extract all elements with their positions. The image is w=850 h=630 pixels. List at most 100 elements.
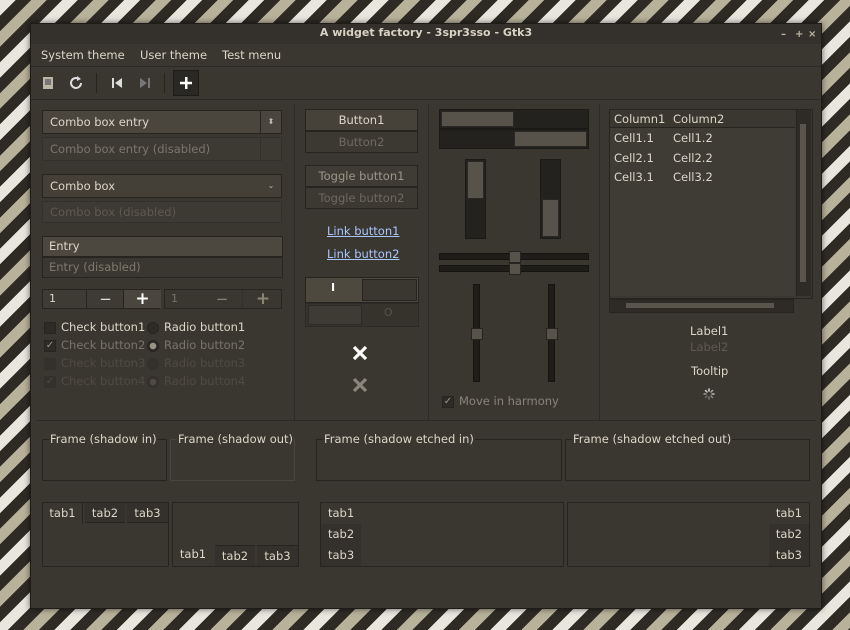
minus-icon: − <box>215 290 229 308</box>
scale-v2[interactable] <box>546 284 558 382</box>
menu-system-theme[interactable]: System theme <box>41 48 125 62</box>
switch-off-label: O <box>384 306 393 319</box>
progress-fill <box>467 161 484 199</box>
combo-box-entry-disabled: Combo box entry (disabled) <box>42 137 282 161</box>
progress-fill <box>441 111 514 127</box>
tab-tab3[interactable]: tab3 <box>127 503 168 523</box>
tree-cell[interactable]: Cell3.2 <box>673 170 713 184</box>
scale-slider[interactable] <box>546 328 558 340</box>
progress-bar-h2 <box>439 129 589 149</box>
checkmark-icon: ✓ <box>44 376 56 388</box>
notebook-left: tab1 tab2 tab3 <box>320 502 564 567</box>
link-button2[interactable]: Link button2 <box>327 247 399 261</box>
spin-value: 1 <box>171 292 178 305</box>
frame-shadow-out: Frame (shadow out) <box>170 432 295 481</box>
column-separator <box>428 104 429 420</box>
scale-v1[interactable] <box>471 284 483 382</box>
tab-tab1[interactable]: tab1 <box>43 503 83 524</box>
scale-slider[interactable] <box>509 251 521 263</box>
spin-value[interactable]: 1 <box>49 290 56 308</box>
combo-box-entry[interactable]: Combo box entry ⬍ <box>42 110 282 134</box>
combo-box-disabled-text: Combo box (disabled) <box>50 205 177 219</box>
move-in-harmony-label: Move in harmony <box>459 394 559 408</box>
open-icon[interactable] <box>37 72 59 94</box>
progress-bar-v2 <box>540 159 561 239</box>
goto-first-icon[interactable] <box>106 72 128 94</box>
tab-tab3[interactable]: tab3 <box>257 545 298 566</box>
goto-last-icon[interactable] <box>134 72 156 94</box>
link-button1[interactable]: Link button1 <box>327 224 399 238</box>
column1-header[interactable]: Column1 <box>614 112 665 126</box>
progress-fill <box>514 131 587 147</box>
tab-tab1[interactable]: tab1 <box>173 544 213 566</box>
check-button1-label[interactable]: Check button1 <box>61 320 145 334</box>
switch-on-label: I <box>331 281 336 294</box>
tab-tab1[interactable]: tab1 <box>321 503 361 524</box>
radio-button3-label: Radio button3 <box>164 356 246 370</box>
tab-tab3[interactable]: tab3 <box>769 545 809 566</box>
tree-cell[interactable]: Cell2.1 <box>614 151 654 165</box>
frame-label: Frame (shadow in) <box>49 432 158 446</box>
entry-field[interactable]: Entry <box>42 236 283 257</box>
chevron-down-icon: ⌄ <box>267 181 275 190</box>
scrollbar-thumb[interactable] <box>626 303 774 308</box>
tab-tab1[interactable]: tab1 <box>769 503 809 524</box>
toolbar-separator <box>164 73 165 93</box>
tree-view[interactable]: Column1 Column2 Cell1.1 Cell1.2 Cell2.1 … <box>609 109 813 299</box>
menu-test-menu[interactable]: Test menu <box>222 48 281 62</box>
close-button[interactable]: × <box>808 26 816 44</box>
maximize-button[interactable]: + <box>795 26 803 44</box>
scale-h2[interactable] <box>439 263 589 275</box>
spin-button[interactable]: 1 − + <box>42 289 161 309</box>
column2-header[interactable]: Column2 <box>673 112 724 126</box>
tab-tab2[interactable]: tab2 <box>769 524 809 545</box>
check-button4-label: Check button4 <box>61 374 146 388</box>
add-icon[interactable] <box>173 70 199 96</box>
check-button2-label: Check button2 <box>61 338 146 352</box>
check-button3-label: Check button3 <box>61 356 146 370</box>
scale-slider[interactable] <box>471 328 483 340</box>
radio-button1-label[interactable]: Radio button1 <box>164 320 245 334</box>
progress-bar-h1 <box>439 109 589 129</box>
title-bar[interactable]: A widget factory - 3spr3sso - Gtk3 – + × <box>31 24 821 44</box>
switch-on[interactable]: I <box>305 277 419 303</box>
tooltip-label[interactable]: Tooltip <box>691 364 728 378</box>
tree-cell[interactable]: Cell2.2 <box>673 151 713 165</box>
tab-tab2[interactable]: tab2 <box>85 503 125 523</box>
check-button1-box[interactable] <box>44 322 56 334</box>
toggle-button1[interactable]: Toggle button1 <box>305 165 418 187</box>
window-title: A widget factory - 3spr3sso - Gtk3 <box>319 26 533 39</box>
toolbar-separator <box>96 73 97 93</box>
label2: Label2 <box>690 340 729 354</box>
frame-label: Frame (shadow etched in) <box>323 432 475 446</box>
scrollbar-thumb[interactable] <box>800 124 806 282</box>
tree-cell[interactable]: Cell1.2 <box>673 131 713 145</box>
entry-field-disabled: Entry (disabled) <box>42 257 283 278</box>
radio-button1-dot[interactable] <box>147 322 159 334</box>
combo-box[interactable]: Combo box ⌄ <box>42 174 282 198</box>
frame-shadow-etched-out: Frame (shadow etched out) <box>565 432 810 481</box>
minimize-button[interactable]: – <box>781 26 786 44</box>
tab-tab2[interactable]: tab2 <box>215 545 255 566</box>
menu-user-theme[interactable]: User theme <box>140 48 207 62</box>
notebook-bottom: tab1 tab2 tab3 <box>172 502 299 567</box>
close-icon[interactable] <box>351 344 369 365</box>
scale-slider[interactable] <box>509 263 521 275</box>
minus-icon[interactable]: − <box>86 290 124 308</box>
checkmark-icon: ✓ <box>44 340 56 352</box>
menu-bar: System theme User theme Test menu <box>31 44 821 67</box>
tree-cell[interactable]: Cell1.1 <box>614 131 654 145</box>
tree-cell[interactable]: Cell3.1 <box>614 170 654 184</box>
scale-h1[interactable] <box>439 251 589 263</box>
switch-knob[interactable] <box>362 279 417 301</box>
tab-tab2[interactable]: tab2 <box>321 524 361 545</box>
button2: Button2 <box>305 131 418 153</box>
combo-box-disabled: Combo box (disabled) <box>42 201 282 223</box>
vertical-scrollbar[interactable] <box>796 110 811 296</box>
tab-tab3[interactable]: tab3 <box>321 545 361 566</box>
refresh-icon[interactable] <box>65 72 87 94</box>
button1[interactable]: Button1 <box>305 109 418 131</box>
chevron-updown-icon[interactable]: ⬍ <box>260 111 281 133</box>
horizontal-scrollbar[interactable] <box>609 299 794 313</box>
plus-icon[interactable]: + <box>123 290 161 308</box>
